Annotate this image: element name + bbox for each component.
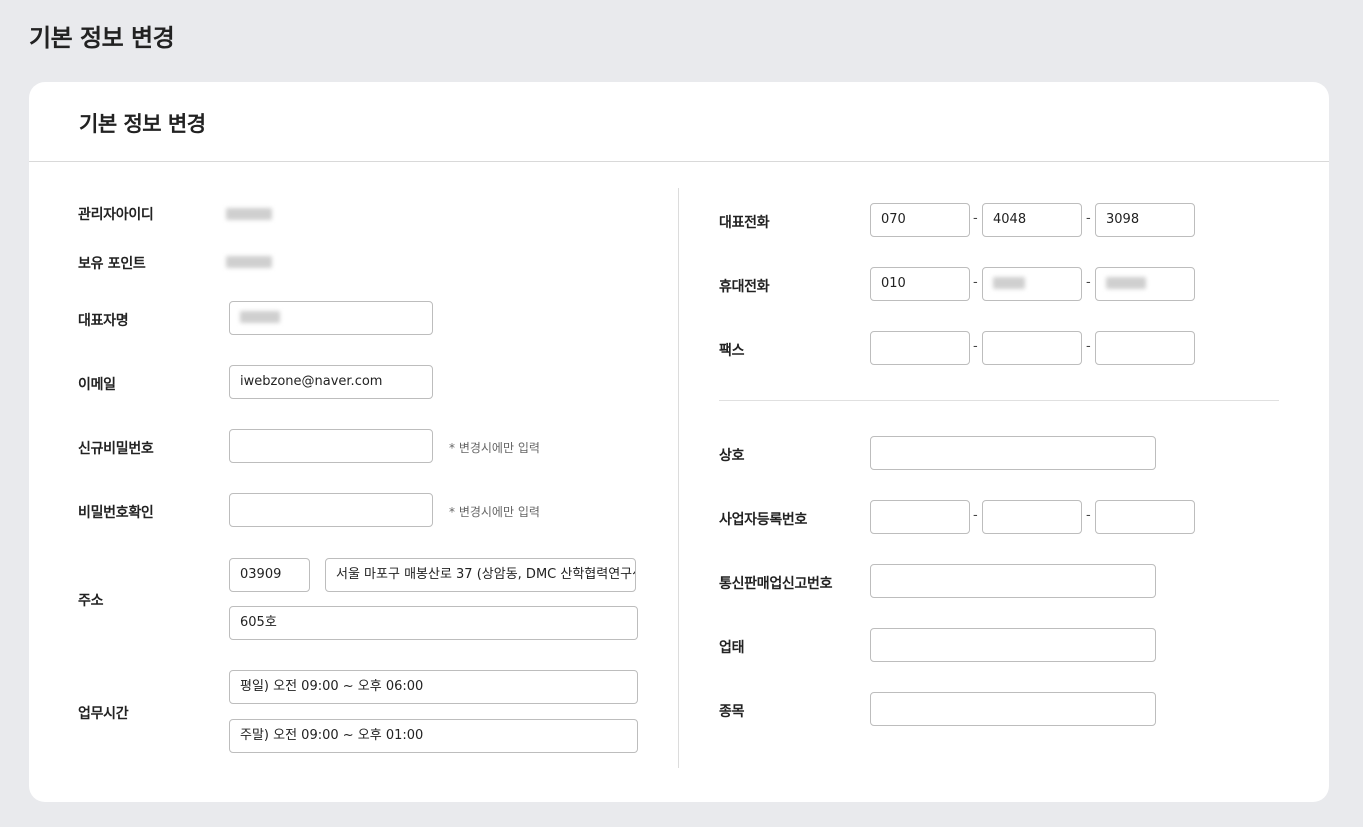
business-reg-separator: - (1086, 508, 1091, 523)
company-name-label: 상호 (719, 448, 745, 464)
business-reg-part2-input[interactable] (982, 500, 1082, 534)
email-label: 이메일 (78, 377, 116, 393)
business-item-input[interactable] (870, 692, 1156, 726)
admin-id-value (226, 208, 272, 224)
section-divider (719, 400, 1279, 401)
business-reg-separator: - (973, 508, 978, 523)
basic-info-card: 기본 정보 변경 관리자아이디 보유 포인트 대표자명 이메일 iwebzone… (29, 82, 1329, 802)
phone-separator: - (1086, 211, 1091, 226)
ceo-name-input[interactable] (229, 301, 433, 335)
business-reg-part1-input[interactable] (870, 500, 970, 534)
business-hours-label: 업무시간 (78, 706, 129, 722)
points-value (226, 256, 272, 272)
admin-id-label: 관리자아이디 (78, 207, 154, 223)
email-input[interactable]: iwebzone@naver.com (229, 365, 433, 399)
mobile-part2-input[interactable] (982, 267, 1082, 301)
card-header: 기본 정보 변경 (29, 82, 1329, 162)
business-reg-part3-input[interactable] (1095, 500, 1195, 534)
redacted-admin-id (226, 208, 272, 220)
mobile-separator: - (1086, 275, 1091, 290)
ceo-name-label: 대표자명 (78, 313, 129, 329)
company-name-input[interactable] (870, 436, 1156, 470)
column-divider (678, 188, 679, 768)
business-type-label: 업태 (719, 640, 745, 656)
mail-order-input[interactable] (870, 564, 1156, 598)
zipcode-input[interactable]: 03909 (229, 558, 310, 592)
address1-input[interactable]: 서울 마포구 매봉산로 37 (상암동, DMC 산학협력연구센터) (325, 558, 636, 592)
redacted-mobile-part3 (1106, 276, 1146, 289)
redacted-mobile-part2 (993, 276, 1025, 289)
fax-part1-input[interactable] (870, 331, 970, 365)
business-item-label: 종목 (719, 704, 745, 720)
phone-part3-input[interactable]: 3098 (1095, 203, 1195, 237)
new-password-hint: * 변경시에만 입력 (449, 441, 540, 455)
business-type-input[interactable] (870, 628, 1156, 662)
fax-part2-input[interactable] (982, 331, 1082, 365)
phone-label: 대표전화 (719, 215, 770, 231)
fax-separator: - (1086, 339, 1091, 354)
phone-separator: - (973, 211, 978, 226)
address-label: 주소 (78, 593, 104, 609)
confirm-password-label: 비밀번호확인 (78, 505, 154, 521)
mobile-part3-input[interactable] (1095, 267, 1195, 301)
business-reg-label: 사업자등록번호 (719, 512, 808, 528)
fax-label: 팩스 (719, 343, 745, 359)
mail-order-label: 통신판매업신고번호 (719, 576, 833, 592)
confirm-password-input[interactable] (229, 493, 433, 527)
fax-separator: - (973, 339, 978, 354)
mobile-part1-input[interactable]: 010 (870, 267, 970, 301)
redacted-points (226, 256, 272, 268)
points-label: 보유 포인트 (78, 256, 146, 272)
phone-part2-input[interactable]: 4048 (982, 203, 1082, 237)
fax-part3-input[interactable] (1095, 331, 1195, 365)
page-title: 기본 정보 변경 (29, 24, 175, 52)
redacted-ceo-name (240, 310, 280, 323)
phone-part1-input[interactable]: 070 (870, 203, 970, 237)
mobile-label: 휴대전화 (719, 279, 770, 295)
new-password-label: 신규비밀번호 (78, 441, 154, 457)
card-title: 기본 정보 변경 (79, 112, 206, 136)
address2-input[interactable]: 605호 (229, 606, 638, 640)
mobile-separator: - (973, 275, 978, 290)
hours-weekend-input[interactable]: 주말) 오전 09:00 ~ 오후 01:00 (229, 719, 638, 753)
hours-weekday-input[interactable]: 평일) 오전 09:00 ~ 오후 06:00 (229, 670, 638, 704)
confirm-password-hint: * 변경시에만 입력 (449, 505, 540, 519)
new-password-input[interactable] (229, 429, 433, 463)
